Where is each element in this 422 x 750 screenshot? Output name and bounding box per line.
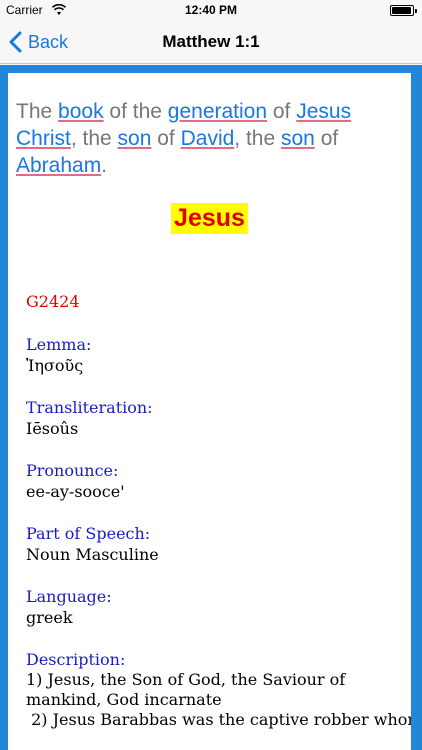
description-sense-2: 2) Jesus Barabbas was the captive robber… — [31, 710, 411, 729]
language-label: Language: — [26, 587, 112, 606]
verse-word-link[interactable]: son — [118, 127, 152, 150]
verse-text-segment: , the — [70, 127, 118, 150]
lemma-value: Ἰησοῦς — [26, 356, 84, 375]
navigation-bar: Back Matthew 1:1 — [0, 20, 422, 64]
page-title: Matthew 1:1 — [162, 32, 260, 51]
verse-text-segment: of — [314, 127, 339, 150]
language-value: greek — [26, 608, 73, 627]
transliteration-value: Iēsoûs — [26, 419, 79, 438]
verse-word-link[interactable]: generation — [168, 100, 267, 123]
verse-word-link[interactable]: book — [58, 100, 104, 123]
word-title: Jesus — [171, 203, 248, 234]
verse-text: The book of the generation of Jesus Chri… — [16, 98, 376, 179]
verse-text-segment: . — [101, 154, 108, 177]
part-of-speech-label: Part of Speech: — [26, 524, 151, 543]
verse-text-segment: The — [16, 100, 59, 123]
verse-text-segment: of — [151, 127, 181, 150]
transliteration-label: Transliteration: — [26, 398, 153, 417]
verse-text-segment: of — [267, 100, 297, 123]
battery-icon — [390, 5, 417, 16]
verse-text-segment: of the — [103, 100, 168, 123]
description-sense-1: 1) Jesus, the Son of God, the Saviour of… — [26, 670, 346, 709]
pronounce-value: ee-ay-sooce' — [26, 482, 125, 501]
word-heading: Jesus — [8, 203, 411, 234]
part-of-speech-value: Noun Masculine — [26, 545, 159, 564]
status-time: 12:40 PM — [184, 3, 238, 17]
description-label: Description: — [26, 650, 126, 669]
lemma-label: Lemma: — [26, 335, 92, 354]
status-bar: Carrier 12:40 PM — [0, 0, 422, 20]
strongs-number: G2424 — [26, 292, 80, 311]
content-frame: The book of the generation of Jesus Chri… — [0, 65, 422, 750]
verse-word-link[interactable]: David — [181, 127, 235, 150]
description-value: 1) Jesus, the Son of God, the Saviour of… — [26, 670, 411, 730]
verse-word-link[interactable]: Abraham — [16, 154, 101, 177]
verse-word-link[interactable]: son — [281, 127, 315, 150]
verse-text-segment: , the — [234, 127, 281, 150]
pronounce-label: Pronounce: — [26, 461, 119, 480]
verse-detail-panel[interactable]: The book of the generation of Jesus Chri… — [8, 73, 411, 750]
